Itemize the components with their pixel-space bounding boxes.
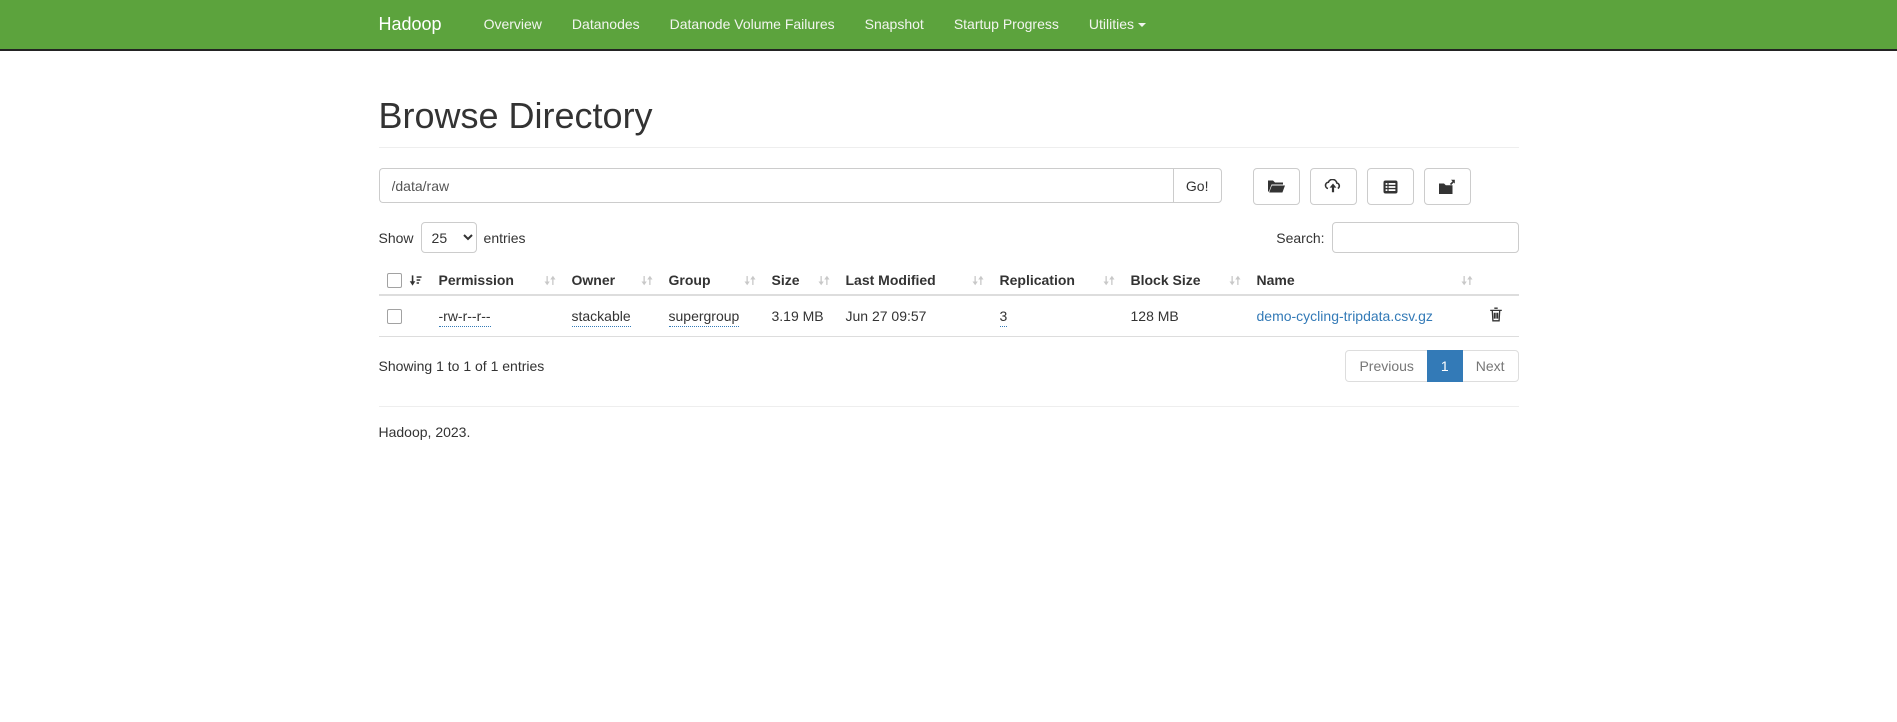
navbar-menu: Overview Datanodes Datanode Volume Failu…: [469, 0, 1161, 49]
sort-both-icon: [1229, 274, 1241, 287]
actions-cell: [1481, 295, 1519, 337]
delete-file-button[interactable]: [1489, 307, 1503, 325]
column-label: Name: [1257, 272, 1295, 288]
column-header-actions: [1481, 266, 1519, 295]
navbar-brand-hadoop[interactable]: Hadoop: [379, 0, 457, 49]
path-bar: Go!: [379, 168, 1519, 205]
block-size-cell: 128 MB: [1123, 295, 1249, 337]
main-content: Browse Directory Go!: [364, 95, 1534, 440]
directory-path-input[interactable]: [379, 168, 1173, 203]
column-header-replication[interactable]: Replication: [992, 266, 1123, 295]
column-label: Replication: [1000, 272, 1075, 288]
pagination-previous[interactable]: Previous: [1345, 350, 1427, 382]
select-all-checkbox[interactable]: [387, 273, 402, 288]
sort-both-icon: [818, 274, 830, 287]
directory-table: Permission Owner Group Size Last Modifie…: [379, 266, 1519, 337]
name-cell: demo-cycling-tripdata.csv.gz: [1249, 295, 1481, 337]
column-label: Owner: [572, 272, 616, 288]
replication-cell: 3: [992, 295, 1123, 337]
create-directory-button[interactable]: [1253, 168, 1300, 205]
table-footer: Showing 1 to 1 of 1 entries Previous 1 N…: [379, 350, 1519, 382]
column-label: Block Size: [1131, 272, 1201, 288]
permission-value[interactable]: -rw-r--r--: [439, 308, 491, 327]
upload-file-button[interactable]: [1310, 168, 1357, 205]
column-label: Size: [772, 272, 800, 288]
replication-value[interactable]: 3: [1000, 308, 1008, 327]
page-length-control: Show 25 entries: [379, 222, 526, 253]
search-label: Search:: [1276, 230, 1324, 246]
column-header-group[interactable]: Group: [661, 266, 764, 295]
entries-label: entries: [484, 230, 526, 246]
trash-icon: [1489, 307, 1503, 322]
file-link[interactable]: demo-cycling-tripdata.csv.gz: [1257, 308, 1433, 324]
top-navbar: Hadoop Overview Datanodes Datanode Volum…: [0, 0, 1897, 51]
column-header-size[interactable]: Size: [764, 266, 838, 295]
group-value[interactable]: supergroup: [669, 308, 740, 327]
column-header-name[interactable]: Name: [1249, 266, 1481, 295]
pagination-page-1[interactable]: 1: [1427, 350, 1463, 382]
folder-move-icon: [1438, 179, 1457, 195]
sort-both-icon: [744, 274, 756, 287]
owner-value[interactable]: stackable: [572, 308, 631, 327]
sort-amount-icon[interactable]: [409, 274, 422, 287]
entries-info: Showing 1 to 1 of 1 entries: [379, 358, 545, 374]
path-input-group: Go!: [379, 168, 1222, 203]
row-checkbox[interactable]: [387, 309, 402, 324]
group-cell: supergroup: [661, 295, 764, 337]
sort-both-icon: [1103, 274, 1115, 287]
column-header-last-modified[interactable]: Last Modified: [838, 266, 992, 295]
chevron-down-icon: [1138, 23, 1146, 27]
owner-cell: stackable: [564, 295, 661, 337]
go-button[interactable]: Go!: [1173, 168, 1222, 203]
sort-both-icon: [972, 274, 984, 287]
move-button[interactable]: [1424, 168, 1471, 205]
show-label: Show: [379, 230, 414, 246]
search-control: Search:: [1276, 222, 1518, 253]
table-controls: Show 25 entries Search:: [379, 222, 1519, 253]
column-label: Last Modified: [846, 272, 936, 288]
sort-both-icon: [641, 274, 653, 287]
nav-item-datanode-volume-failures[interactable]: Datanode Volume Failures: [655, 0, 850, 49]
page-length-select[interactable]: 25: [421, 222, 477, 253]
column-label: Permission: [439, 272, 514, 288]
search-input[interactable]: [1332, 222, 1519, 253]
sort-both-icon: [1461, 274, 1473, 287]
sort-both-icon: [544, 274, 556, 287]
column-header-permission[interactable]: Permission: [431, 266, 564, 295]
site-footer-text: Hadoop, 2023.: [379, 424, 1519, 440]
permission-cell: -rw-r--r--: [431, 295, 564, 337]
table-header-row: Permission Owner Group Size Last Modifie…: [379, 266, 1519, 295]
page-title: Browse Directory: [379, 95, 1519, 148]
directory-action-buttons: [1253, 168, 1471, 205]
nav-item-utilities[interactable]: Utilities: [1074, 0, 1161, 49]
pagination-next[interactable]: Next: [1462, 350, 1519, 382]
set-quota-button[interactable]: [1367, 168, 1414, 205]
nav-item-startup-progress[interactable]: Startup Progress: [939, 0, 1074, 49]
pagination: Previous 1 Next: [1345, 350, 1518, 382]
folder-open-icon: [1267, 179, 1286, 194]
nav-item-overview[interactable]: Overview: [469, 0, 557, 49]
list-icon: [1383, 180, 1398, 194]
column-label: Group: [669, 272, 711, 288]
column-header-block-size[interactable]: Block Size: [1123, 266, 1249, 295]
header-select-all: [379, 266, 431, 295]
row-select-cell: [379, 295, 431, 337]
last-modified-cell: Jun 27 09:57: [838, 295, 992, 337]
nav-item-datanodes[interactable]: Datanodes: [557, 0, 655, 49]
table-row: -rw-r--r-- stackable supergroup 3.19 MB …: [379, 295, 1519, 337]
column-header-owner[interactable]: Owner: [564, 266, 661, 295]
nav-item-utilities-label: Utilities: [1089, 16, 1134, 32]
size-cell: 3.19 MB: [764, 295, 838, 337]
footer-divider: [379, 406, 1519, 407]
upload-icon: [1324, 179, 1342, 194]
nav-item-snapshot[interactable]: Snapshot: [850, 0, 939, 49]
